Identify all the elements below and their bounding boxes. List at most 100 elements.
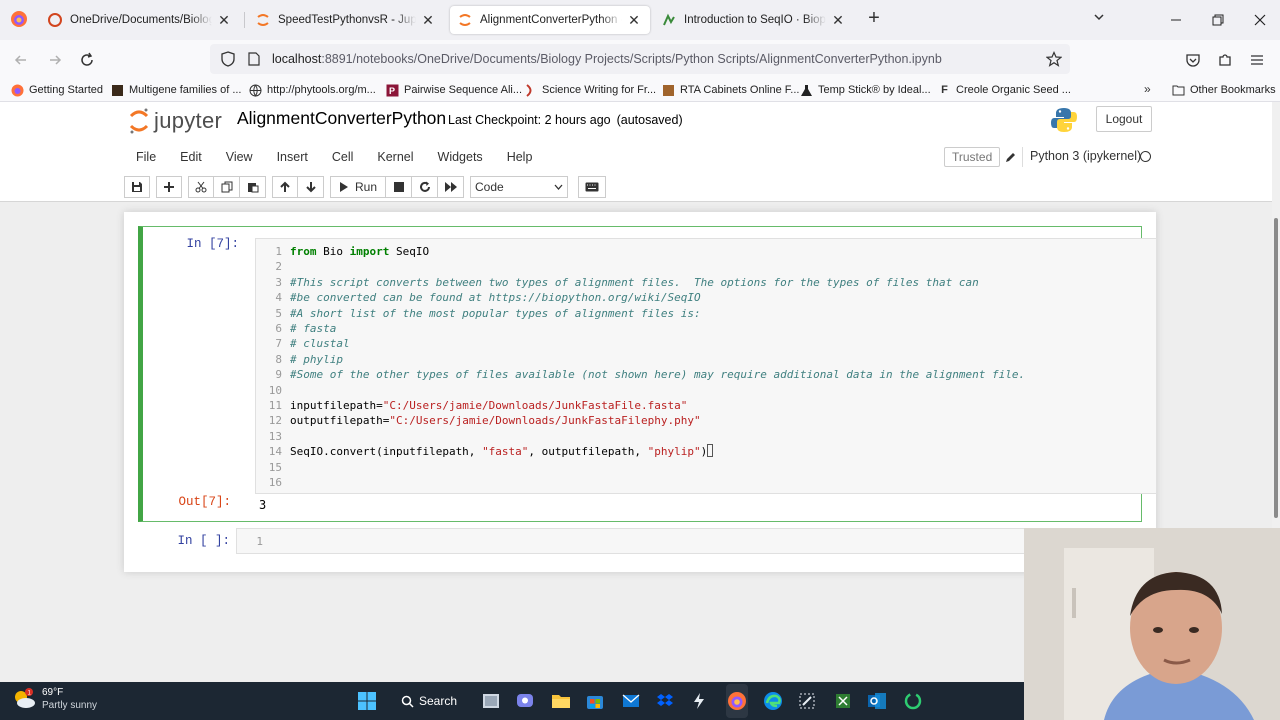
code-cell-selected[interactable]: In [7]: 1 from Bio import SeqIO 2 3 #This … [138, 226, 1157, 522]
app-menu-icon[interactable] [1246, 49, 1268, 71]
menu-edit[interactable]: Edit [168, 142, 214, 172]
insert-cell-button[interactable] [156, 176, 182, 198]
code-editor[interactable]: 1 [236, 528, 1142, 554]
bookmark-label: RTA Cabinets Online F... [680, 84, 800, 96]
task-view-icon[interactable] [480, 690, 502, 712]
save-button[interactable] [124, 176, 150, 198]
bookmark-item[interactable]: P Pairwise Sequence Ali... [386, 81, 522, 99]
scissors-icon [195, 181, 207, 193]
snipping-tool-icon[interactable] [796, 690, 818, 712]
refresh-app-icon[interactable] [902, 690, 924, 712]
firefox-view-icon[interactable] [8, 8, 30, 30]
trusted-indicator[interactable]: Trusted [944, 147, 1001, 167]
paste-button[interactable] [240, 176, 266, 198]
weather-widget[interactable]: 1 69°F Partly sunny [12, 686, 97, 712]
minimize-icon[interactable] [1164, 8, 1188, 32]
command-palette-button[interactable] [578, 176, 607, 198]
edge-icon[interactable] [762, 690, 784, 712]
reload-icon[interactable] [76, 49, 98, 71]
other-bookmarks[interactable]: Other Bookmarks [1172, 81, 1276, 99]
windows-start-icon[interactable] [356, 690, 378, 712]
dropbox-icon[interactable] [654, 690, 676, 712]
kernel-name[interactable]: Python 3 (ipykernel) [1030, 149, 1141, 163]
restart-run-all-button[interactable] [438, 176, 465, 198]
notebook-toolbar: Run Code [124, 174, 1156, 200]
power-automate-icon[interactable] [688, 690, 710, 712]
extensions-icon[interactable] [1214, 49, 1236, 71]
interrupt-button[interactable] [386, 176, 413, 198]
code-line: 16 [256, 475, 1156, 490]
pencil-icon[interactable] [1002, 149, 1018, 165]
jupyter-icon [256, 13, 270, 27]
line-number: 13 [268, 429, 282, 443]
menu-cell[interactable]: Cell [320, 142, 366, 172]
run-button[interactable]: Run [330, 176, 387, 198]
code-keyword: import [349, 245, 390, 258]
bookmark-item[interactable]: RTA Cabinets Online F... [662, 81, 799, 99]
menu-help[interactable]: Help [495, 142, 545, 172]
code-name: ) [700, 445, 708, 459]
bookmark-item[interactable]: Science Writing for Fr... [524, 81, 656, 99]
outlook-icon[interactable] [866, 690, 888, 712]
move-down-button[interactable] [298, 176, 324, 198]
copy-button[interactable] [214, 176, 240, 198]
mail-icon[interactable] [620, 690, 642, 712]
close-tab-icon[interactable]: ✕ [626, 12, 642, 29]
more-bookmarks-icon[interactable]: » [1144, 82, 1151, 96]
jupyter-logo-text: jupyter [154, 108, 223, 133]
page-scrollbar-thumb[interactable] [1274, 218, 1278, 518]
code-editor[interactable]: 1 from Bio import SeqIO 2 3 #This script c… [255, 238, 1157, 494]
logout-button[interactable]: Logout [1096, 106, 1152, 132]
new-tab-icon[interactable]: + [864, 8, 884, 29]
autosave-status: (autosaved) [616, 113, 683, 127]
code-cell-empty[interactable]: In [ ]: 1 [138, 528, 1142, 558]
menu-insert[interactable]: Insert [265, 142, 320, 172]
microsoft-store-icon[interactable] [584, 690, 606, 712]
tab-alignment-converter[interactable]: AlignmentConverterPython - Jupy ✕ [450, 6, 650, 34]
close-tab-icon[interactable]: ✕ [216, 12, 232, 29]
close-tab-icon[interactable]: ✕ [830, 12, 846, 29]
kernel-divider [1022, 147, 1023, 167]
bookmark-item[interactable]: http://phytools.org/m... [249, 81, 376, 99]
file-explorer-icon[interactable] [550, 690, 572, 712]
menu-view[interactable]: View [214, 142, 265, 172]
tab-seqio-intro[interactable]: Introduction to SeqIO · Biopytho ✕ [654, 6, 854, 34]
partly-sunny-icon: 1 [15, 688, 35, 708]
firefox-taskbar-icon[interactable] [726, 690, 748, 712]
close-window-icon[interactable] [1248, 8, 1272, 32]
tab-onedrive[interactable]: OneDrive/Documents/Biology Pr ✕ [40, 6, 240, 34]
menu-widgets[interactable]: Widgets [426, 142, 495, 172]
back-icon[interactable] [10, 49, 32, 71]
pocket-icon[interactable] [1182, 49, 1204, 71]
notebook-name[interactable]: AlignmentConverterPython [237, 108, 446, 129]
url-text: localhost:8891/notebooks/OneDrive/Docume… [272, 52, 942, 66]
code-line: 15 [256, 460, 1156, 475]
jupyter-logo[interactable]: jupyter [128, 106, 222, 136]
list-all-tabs-icon[interactable] [1092, 10, 1110, 28]
bookmark-star-icon[interactable] [1044, 49, 1064, 69]
excel-sheet-icon[interactable] [832, 690, 854, 712]
forward-icon[interactable] [44, 49, 66, 71]
search-label: Search [418, 694, 458, 708]
code-name: outputfilepath= [290, 414, 390, 428]
bookmark-item[interactable]: F Creole Organic Seed ... [938, 81, 1071, 99]
menu-kernel[interactable]: Kernel [365, 142, 425, 172]
cell-type-select[interactable]: Code [470, 176, 569, 198]
teams-chat-icon[interactable] [514, 690, 536, 712]
restore-icon[interactable] [1206, 8, 1230, 32]
bookmark-item[interactable]: Getting Started [11, 81, 103, 99]
menu-file[interactable]: File [124, 142, 168, 172]
tab-speedtest[interactable]: SpeedTestPythonvsR - Jupyter N ✕ [248, 6, 444, 34]
bookmark-item[interactable]: Multigene families of ... [111, 81, 242, 99]
close-tab-icon[interactable]: ✕ [420, 12, 436, 29]
code-line: 12 outputfilepath="C:/Users/jamie/Downloa… [256, 413, 1156, 428]
taskbar-search[interactable]: Search [394, 688, 464, 714]
page-info-icon[interactable] [242, 52, 266, 66]
cut-button[interactable] [188, 176, 214, 198]
tracking-protection-icon[interactable] [214, 51, 242, 67]
move-up-button[interactable] [272, 176, 298, 198]
address-bar[interactable]: localhost:8891/notebooks/OneDrive/Docume… [210, 44, 1070, 74]
tab-title: OneDrive/Documents/Biology Pr [70, 14, 212, 26]
bookmark-item[interactable]: Temp Stick® by Ideal... [800, 81, 931, 99]
restart-button[interactable] [412, 176, 439, 198]
